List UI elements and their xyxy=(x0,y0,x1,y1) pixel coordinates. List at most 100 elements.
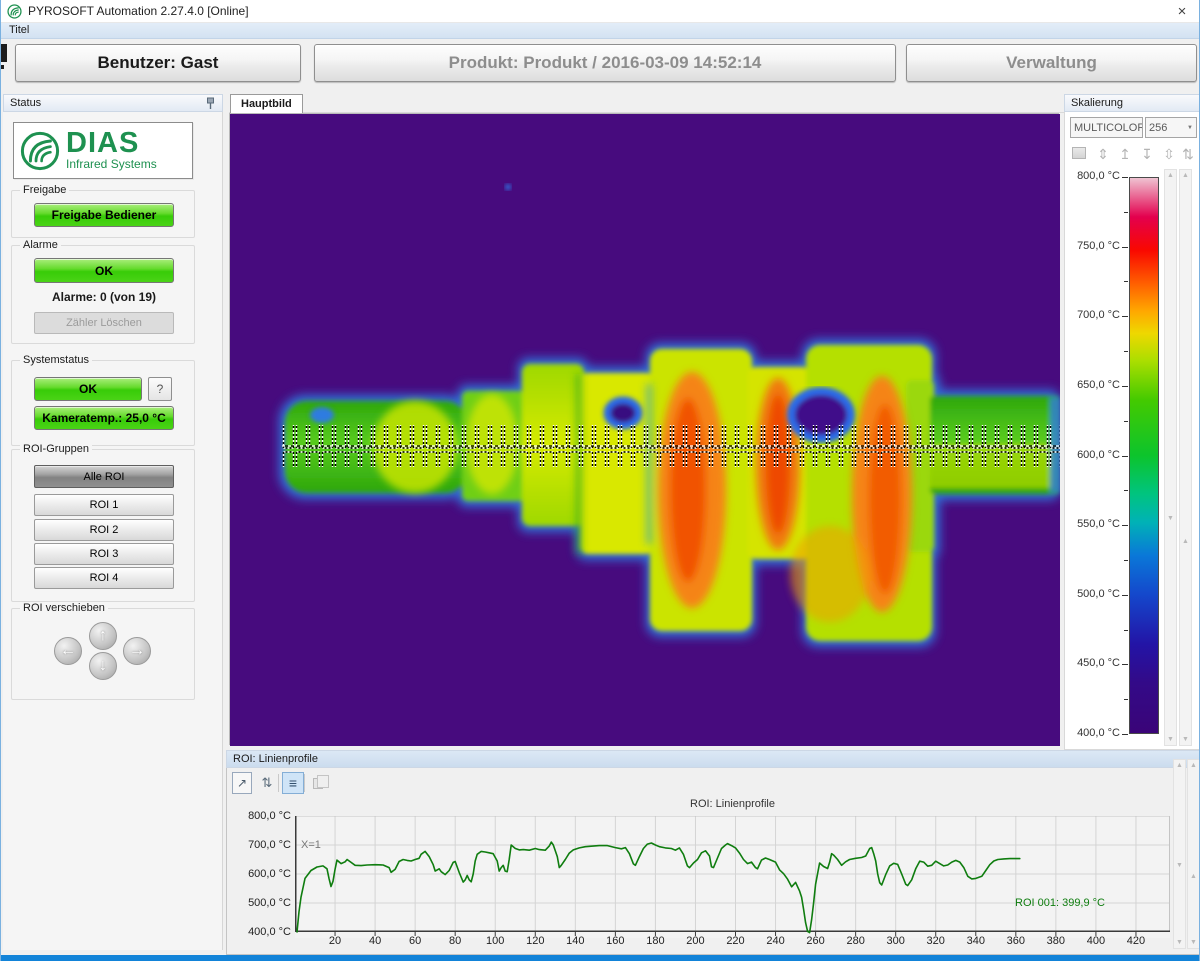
chart-x-tick-label: 220 xyxy=(716,935,756,947)
roi-all-button[interactable]: Alle ROI xyxy=(34,465,174,488)
roi-4-button[interactable]: ROI 4 xyxy=(34,567,174,589)
menubar: Titel xyxy=(1,22,1199,39)
scroll-up-icon[interactable]: ▲ xyxy=(1180,538,1191,545)
scale-tick-major xyxy=(1122,386,1128,387)
scale-max-down-icon[interactable]: ↧ xyxy=(1138,145,1156,163)
scale-tick-label: 700,0 °C xyxy=(1065,309,1120,321)
scroll-up-icon[interactable]: ▲ xyxy=(1188,873,1199,880)
scale-tick-major xyxy=(1122,734,1128,735)
chart-x-tick-label: 60 xyxy=(395,935,435,947)
scale-tick-label: 650,0 °C xyxy=(1065,379,1120,391)
scale-max-scrollbar[interactable]: ▲ ▼ ▼ xyxy=(1164,169,1177,746)
chart-x-tick-label: 300 xyxy=(876,935,916,947)
roi-move-up-button[interactable]: ↑ xyxy=(89,622,117,650)
scroll-up-icon[interactable]: ▲ xyxy=(1165,172,1176,179)
roi-move-right-button[interactable]: → xyxy=(123,637,151,665)
scale-tick-major xyxy=(1122,247,1128,248)
scaling-panel-title: Skalierung xyxy=(1071,97,1123,109)
roi-groups-group: ROI-Gruppen Alle ROI ROI 1 ROI 2 ROI 3 R… xyxy=(11,449,195,602)
roi-2-button[interactable]: ROI 2 xyxy=(34,519,174,541)
status-panel-header: Status xyxy=(3,94,223,112)
left-arrow-icon: ← xyxy=(60,642,76,660)
list-view-button[interactable]: ≡ xyxy=(282,772,304,794)
close-icon[interactable]: × xyxy=(1171,3,1193,20)
scroll-down-icon[interactable]: ▼ xyxy=(1165,515,1176,522)
cold-spot xyxy=(505,184,511,190)
alarme-group: Alarme OK Alarme: 0 (von 19) Zähler Lösc… xyxy=(11,245,195,344)
scale-tick-minor xyxy=(1124,490,1128,491)
scroll-up-icon[interactable]: ▲ xyxy=(1188,762,1199,769)
roi-overlay[interactable] xyxy=(282,425,1060,467)
copy-chart-button[interactable] xyxy=(308,772,328,794)
scroll-down-icon[interactable]: ▼ xyxy=(1188,939,1199,946)
scale-tick-major xyxy=(1122,525,1128,526)
pin-icon[interactable] xyxy=(205,97,216,110)
scale-tick-major xyxy=(1122,595,1128,596)
roi-3-button[interactable]: ROI 3 xyxy=(34,543,174,565)
scale-tick-label: 600,0 °C xyxy=(1065,449,1120,461)
user-button[interactable]: Benutzer: Gast xyxy=(15,44,301,82)
freigabe-bediener-button[interactable]: Freigabe Bediener xyxy=(34,203,174,227)
scroll-down-icon[interactable]: ▼ xyxy=(1174,862,1185,869)
scale-expand-icon[interactable]: ⇕ xyxy=(1094,145,1112,163)
scale-tick-minor xyxy=(1124,281,1128,282)
scroll-down-icon[interactable]: ▼ xyxy=(1180,736,1191,743)
chart-x-tick-label: 100 xyxy=(475,935,515,947)
scroll-down-icon[interactable]: ▼ xyxy=(1165,736,1176,743)
autoscale-button[interactable]: ⇅ xyxy=(258,772,276,794)
toolbar-separator xyxy=(304,774,305,792)
palette-select[interactable]: MULTICOLOR ▼ xyxy=(1070,117,1143,138)
scroll-up-icon[interactable]: ▲ xyxy=(1180,172,1191,179)
chart-scrollbar-1[interactable]: ▲ ▼ ▼ xyxy=(1173,759,1186,949)
chart-x-tick-label: 120 xyxy=(515,935,555,947)
scale-tick-major xyxy=(1122,664,1128,665)
clear-counter-button[interactable]: Zähler Löschen xyxy=(34,312,174,334)
dropdown-arrow-icon: ▼ xyxy=(1185,125,1193,131)
popout-chart-button[interactable]: ↗ xyxy=(232,772,252,794)
roi-1-button[interactable]: ROI 1 xyxy=(34,494,174,516)
chart-x-tick-label: 240 xyxy=(756,935,796,947)
management-button[interactable]: Verwaltung xyxy=(906,44,1197,82)
app-logo-icon xyxy=(7,4,22,19)
scale-tick-major xyxy=(1122,177,1128,178)
toolbar-separator xyxy=(278,774,279,792)
cursor-annotation: X=1 xyxy=(301,839,321,851)
dias-subtitle: Infrared Systems xyxy=(66,157,157,171)
scale-properties-icon[interactable] xyxy=(1072,147,1086,159)
scroll-down-icon[interactable]: ▼ xyxy=(1174,939,1185,946)
chart-x-tick-label: 160 xyxy=(595,935,635,947)
collapsed-panel-tab-small xyxy=(1,65,4,69)
scale-min-scrollbar[interactable]: ▲ ▲ ▼ xyxy=(1179,169,1192,746)
freigabe-group: Freigabe Freigabe Bediener xyxy=(11,190,195,238)
tab-hauptbild[interactable]: Hauptbild xyxy=(230,94,303,113)
scale-max-up-icon[interactable]: ↥ xyxy=(1116,145,1134,163)
systemstatus-group: Systemstatus OK ? Kameratemp.: 25,0 °C xyxy=(11,360,195,446)
collapsed-panel-tab[interactable] xyxy=(1,44,7,62)
chart-x-tick-label: 80 xyxy=(435,935,475,947)
scroll-up-icon[interactable]: ▲ xyxy=(1174,762,1185,769)
scale-tick-label: 550,0 °C xyxy=(1065,518,1120,530)
chart-x-tick-label: 40 xyxy=(355,935,395,947)
right-arrow-icon: → xyxy=(129,642,145,660)
chart-scrollbar-2[interactable]: ▲ ▲ ▼ xyxy=(1187,759,1200,949)
scale-shift-icon[interactable]: ⇅ xyxy=(1179,145,1197,163)
product-button[interactable]: Produkt: Produkt / 2016-03-09 14:52:14 xyxy=(314,44,896,82)
down-arrow-icon: ↓ xyxy=(99,657,107,675)
list-icon: ≡ xyxy=(289,775,297,791)
systemstatus-label: Systemstatus xyxy=(20,354,92,366)
levels-select[interactable]: 256 ▼ xyxy=(1145,117,1197,138)
chart-x-tick-label: 200 xyxy=(675,935,715,947)
camera-temp-button: Kameratemp.: 25,0 °C xyxy=(34,406,174,430)
menu-titel[interactable]: Titel xyxy=(9,24,29,36)
titlebar: PYROSOFT Automation 2.27.4.0 [Online] × xyxy=(1,0,1199,22)
roi-move-label: ROI verschieben xyxy=(20,602,108,614)
roi-move-left-button[interactable]: ← xyxy=(54,637,82,665)
scale-tick-label: 450,0 °C xyxy=(1065,657,1120,669)
scale-fit-icon[interactable]: ⇳ xyxy=(1160,145,1178,163)
help-button[interactable]: ? xyxy=(148,377,172,401)
scale-tick-minor xyxy=(1124,560,1128,561)
roi-move-down-button[interactable]: ↓ xyxy=(89,652,117,680)
scale-tick-minor xyxy=(1124,699,1128,700)
chart-x-tick-label: 20 xyxy=(315,935,355,947)
alarm-status-button: OK xyxy=(34,258,174,283)
